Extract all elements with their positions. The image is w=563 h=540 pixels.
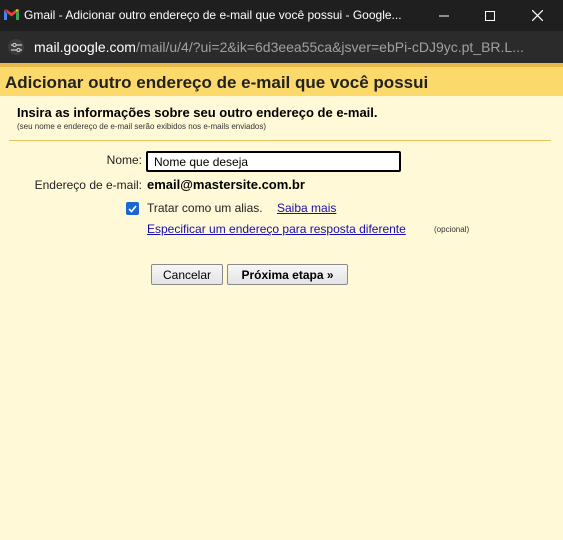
gmail-logo bbox=[4, 9, 19, 20]
reply-to-link[interactable]: Especificar um endereço para resposta di… bbox=[147, 222, 406, 236]
learn-more-link[interactable]: Saiba mais bbox=[277, 201, 336, 215]
maximize-button[interactable] bbox=[467, 0, 513, 31]
url-path: /mail/u/4/?ui=2&ik=6d3eea55ca&jsver=ebPi… bbox=[135, 39, 524, 55]
page-header: Adicionar outro endereço de e-mail que v… bbox=[0, 63, 563, 96]
optional-note: (opcional) bbox=[434, 225, 470, 234]
intro-subtext: (seu nome e endereço de e-mail serão exi… bbox=[17, 122, 267, 131]
intro-heading: Insira as informações sobre seu outro en… bbox=[17, 105, 378, 120]
checkmark-icon bbox=[128, 204, 137, 213]
page-title: Adicionar outro endereço de e-mail que v… bbox=[5, 73, 429, 92]
minimize-button[interactable] bbox=[421, 0, 467, 31]
alias-label: Tratar como um alias. bbox=[147, 201, 263, 215]
email-value: email@mastersite.com.br bbox=[147, 177, 305, 192]
name-label: Nome: bbox=[106, 153, 142, 167]
minimize-icon bbox=[439, 15, 449, 16]
maximize-icon bbox=[485, 10, 495, 21]
email-label: Endereço de e-mail: bbox=[34, 178, 142, 192]
tune-icon bbox=[10, 42, 22, 52]
alias-checkbox[interactable] bbox=[126, 202, 139, 215]
name-input[interactable] bbox=[146, 151, 401, 172]
divider bbox=[9, 140, 551, 141]
url-field[interactable]: mail.google.com/mail/u/4/?ui=2&ik=6d3eea… bbox=[34, 39, 554, 55]
close-button[interactable] bbox=[514, 0, 560, 31]
cancel-button[interactable]: Cancelar bbox=[151, 264, 223, 285]
close-icon bbox=[531, 10, 543, 21]
next-step-button[interactable]: Próxima etapa » bbox=[227, 264, 348, 285]
url-domain: mail.google.com bbox=[34, 39, 136, 55]
address-bar: mail.google.com/mail/u/4/?ui=2&ik=6d3eea… bbox=[0, 31, 563, 63]
window-titlebar: Gmail - Adicionar outro endereço de e-ma… bbox=[0, 0, 563, 31]
site-info-button[interactable] bbox=[8, 39, 24, 55]
window-title: Gmail - Adicionar outro endereço de e-ma… bbox=[24, 8, 402, 22]
